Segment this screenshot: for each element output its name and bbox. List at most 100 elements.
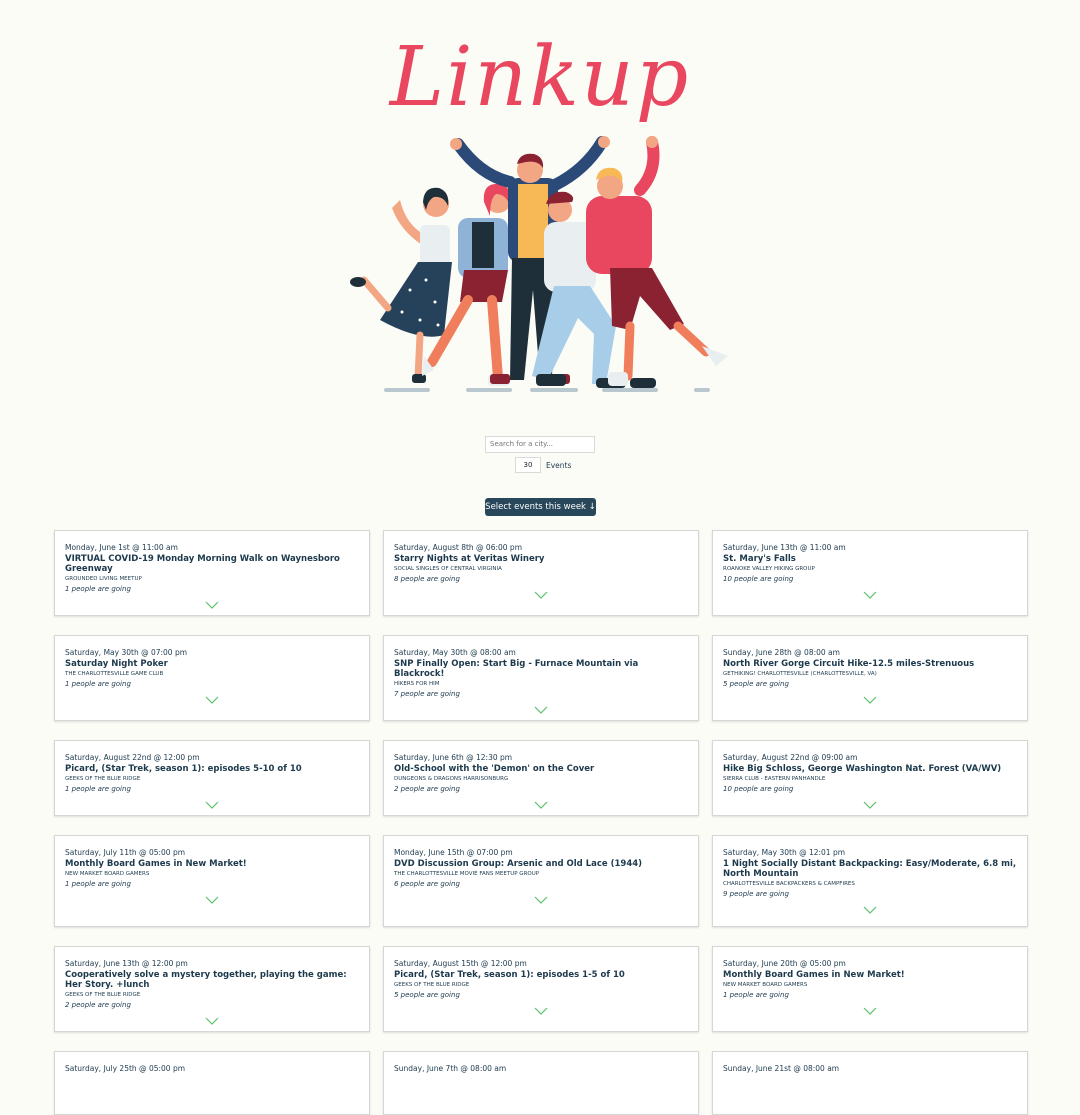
chevron-down-icon[interactable] xyxy=(205,1017,219,1025)
event-card[interactable]: Saturday, May 30th @ 12:01 pm 1 Night So… xyxy=(712,835,1028,927)
event-date: Saturday, August 22nd @ 12:00 pm xyxy=(65,753,200,762)
event-group: THE CHARLOTTESVILLE MOVIE FANS MEETUP GR… xyxy=(394,871,540,877)
event-title[interactable]: Picard, (Star Trek, season 1): episodes … xyxy=(65,764,359,774)
event-card[interactable]: Saturday, June 20th @ 05:00 pm Monthly B… xyxy=(712,946,1028,1032)
chevron-down-icon[interactable] xyxy=(534,591,548,599)
linkup-logo: Linkup xyxy=(388,30,690,125)
event-title[interactable]: Starry Nights at Veritas Winery xyxy=(394,554,688,564)
event-group: GEEKS OF THE BLUE RIDGE xyxy=(394,982,470,988)
event-date: Sunday, June 28th @ 08:00 am xyxy=(723,648,840,657)
event-title[interactable]: Monthly Board Games in New Market! xyxy=(65,859,359,869)
event-date: Sunday, June 7th @ 08:00 am xyxy=(394,1064,507,1073)
event-card[interactable]: Saturday, May 30th @ 07:00 pm Saturday N… xyxy=(54,635,370,721)
event-card[interactable]: Saturday, August 8th @ 06:00 pm Starry N… xyxy=(383,530,699,616)
event-card[interactable]: Monday, June 1st @ 11:00 am VIRTUAL COVI… xyxy=(54,530,370,616)
chevron-down-icon[interactable] xyxy=(863,801,877,809)
event-group: NEW MARKET BOARD GAMERS xyxy=(65,871,150,877)
event-date: Saturday, July 25th @ 05:00 pm xyxy=(65,1064,186,1073)
event-date: Sunday, June 21st @ 08:00 am xyxy=(723,1064,840,1073)
events-count-label: Events xyxy=(546,460,572,470)
logo-text: Linkup xyxy=(388,30,690,125)
event-date: Saturday, August 22nd @ 09:00 am xyxy=(723,753,858,762)
event-card[interactable]: Saturday, July 11th @ 05:00 pm Monthly B… xyxy=(54,835,370,927)
event-attendance: 10 people are going xyxy=(723,575,794,583)
event-card[interactable]: Saturday, May 30th @ 08:00 am SNP Finall… xyxy=(383,635,699,721)
events-grid: Monday, June 1st @ 11:00 am VIRTUAL COVI… xyxy=(54,530,1028,1115)
event-attendance: 2 people are going xyxy=(394,785,460,793)
event-date: Monday, June 15th @ 07:00 pm xyxy=(394,848,513,857)
event-title[interactable]: Monthly Board Games in New Market! xyxy=(723,970,1017,980)
chevron-down-icon[interactable] xyxy=(863,696,877,704)
event-date: Saturday, June 20th @ 05:00 pm xyxy=(723,959,846,968)
event-card[interactable]: Saturday, August 22nd @ 09:00 am Hike Bi… xyxy=(712,740,1028,816)
event-group: GROUNDED LIVING MEETUP xyxy=(65,576,142,582)
event-card[interactable]: Saturday, August 22nd @ 12:00 pm Picard,… xyxy=(54,740,370,816)
event-attendance: 9 people are going xyxy=(723,890,789,898)
event-title[interactable]: DVD Discussion Group: Arsenic and Old La… xyxy=(394,859,688,869)
event-card[interactable]: Monday, June 15th @ 07:00 pm DVD Discuss… xyxy=(383,835,699,927)
event-attendance: 1 people are going xyxy=(65,880,131,888)
event-card[interactable]: Saturday, June 13th @ 12:00 pm Cooperati… xyxy=(54,946,370,1032)
event-attendance: 5 people are going xyxy=(394,991,460,999)
event-date: Saturday, May 30th @ 08:00 am xyxy=(394,648,516,657)
event-card[interactable]: Saturday, August 15th @ 12:00 pm Picard,… xyxy=(383,946,699,1032)
event-title[interactable]: Cooperatively solve a mystery together, … xyxy=(65,970,359,990)
events-count-input[interactable] xyxy=(515,457,541,473)
city-search-input[interactable] xyxy=(485,435,595,453)
event-group: ROANOKE VALLEY HIKING GROUP xyxy=(723,566,815,572)
event-group: DUNGEONS & DRAGONS HARRISONBURG xyxy=(394,776,509,782)
chevron-down-icon[interactable] xyxy=(534,706,548,714)
event-attendance: 1 people are going xyxy=(65,585,131,593)
event-date: Saturday, June 13th @ 12:00 pm xyxy=(65,959,188,968)
event-card[interactable]: Sunday, June 28th @ 08:00 am North River… xyxy=(712,635,1028,721)
chevron-down-icon[interactable] xyxy=(205,696,219,704)
event-title[interactable]: VIRTUAL COVID-19 Monday Morning Walk on … xyxy=(65,554,359,574)
events-count-row: Events xyxy=(515,457,571,473)
chevron-down-icon[interactable] xyxy=(863,591,877,599)
event-date: Saturday, June 6th @ 12:30 pm xyxy=(394,753,513,762)
event-group: HIKERS FOR HIM xyxy=(394,681,440,687)
event-title[interactable]: Picard, (Star Trek, season 1): episodes … xyxy=(394,970,688,980)
chevron-down-icon[interactable] xyxy=(863,1007,877,1015)
event-title[interactable]: 1 Night Socially Distant Backpacking: Ea… xyxy=(723,859,1017,879)
chevron-down-icon[interactable] xyxy=(205,896,219,904)
event-group: THE CHARLOTTESVILLE GAME CLUB xyxy=(65,671,164,677)
event-title[interactable]: Old-School with the 'Demon' on the Cover xyxy=(394,764,688,774)
chevron-down-icon[interactable] xyxy=(205,601,219,609)
event-date: Saturday, July 11th @ 05:00 pm xyxy=(65,848,186,857)
event-attendance: 5 people are going xyxy=(723,680,789,688)
event-date: Saturday, August 15th @ 12:00 pm xyxy=(394,959,527,968)
event-attendance: 1 people are going xyxy=(65,785,131,793)
chevron-down-icon[interactable] xyxy=(863,906,877,914)
event-date: Saturday, May 30th @ 07:00 pm xyxy=(65,648,188,657)
event-date: Monday, June 1st @ 11:00 am xyxy=(65,543,178,552)
event-group: NEW MARKET BOARD GAMERS xyxy=(723,982,808,988)
event-title[interactable]: SNP Finally Open: Start Big - Furnace Mo… xyxy=(394,659,688,679)
select-week-button[interactable]: Select events this week ↓ xyxy=(485,498,596,516)
event-date: Saturday, August 8th @ 06:00 pm xyxy=(394,543,522,552)
event-attendance: 6 people are going xyxy=(394,880,460,888)
event-title[interactable]: North River Gorge Circuit Hike-12.5 mile… xyxy=(723,659,1017,669)
event-group: GEEKS OF THE BLUE RIDGE xyxy=(65,776,141,782)
event-attendance: 1 people are going xyxy=(723,991,789,999)
event-card[interactable]: Saturday, June 6th @ 12:30 pm Old-School… xyxy=(383,740,699,816)
chevron-down-icon[interactable] xyxy=(534,801,548,809)
event-title[interactable]: St. Mary's Falls xyxy=(723,554,1017,564)
event-attendance: 8 people are going xyxy=(394,575,460,583)
chevron-down-icon[interactable] xyxy=(205,801,219,809)
event-card[interactable]: Sunday, June 7th @ 08:00 am xyxy=(383,1051,699,1115)
chevron-down-icon[interactable] xyxy=(534,1007,548,1015)
friends-illustration xyxy=(350,136,728,392)
event-attendance: 1 people are going xyxy=(65,680,131,688)
event-group: GETHIKING! CHARLOTTESVILLE (CHARLOTTESVI… xyxy=(723,671,877,677)
event-group: GEEKS OF THE BLUE RIDGE xyxy=(65,992,141,998)
event-title[interactable]: Hike Big Schloss, George Washington Nat.… xyxy=(723,764,1017,774)
event-title[interactable]: Saturday Night Poker xyxy=(65,659,359,669)
event-card[interactable]: Saturday, June 13th @ 11:00 am St. Mary'… xyxy=(712,530,1028,616)
event-card[interactable]: Saturday, July 25th @ 05:00 pm xyxy=(54,1051,370,1115)
event-card[interactable]: Sunday, June 21st @ 08:00 am xyxy=(712,1051,1028,1115)
chevron-down-icon[interactable] xyxy=(534,896,548,904)
event-group: SIERRA CLUB - EASTERN PANHANDLE xyxy=(723,776,826,782)
event-date: Saturday, June 13th @ 11:00 am xyxy=(723,543,846,552)
event-group: CHARLOTTESVILLE BACKPACKERS & CAMPFIRES xyxy=(723,881,855,887)
